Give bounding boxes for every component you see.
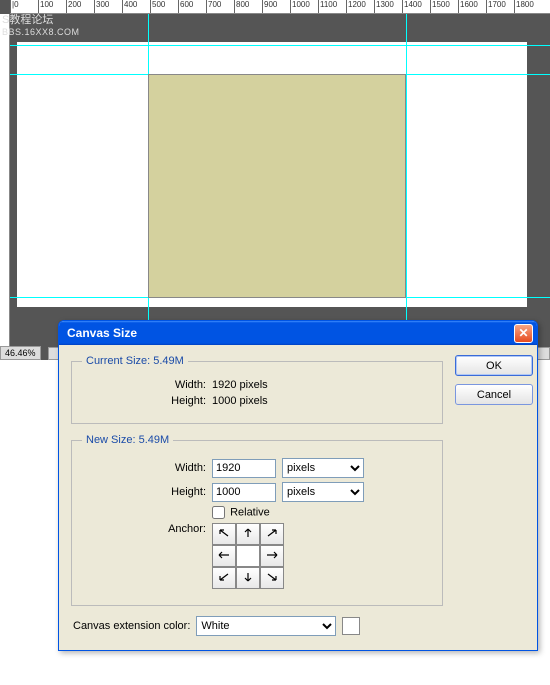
arrow-nw-icon [217,527,231,542]
anchor-se[interactable] [260,567,284,589]
watermark: S教程论坛 BBS.16XX8.COM [2,14,80,38]
extension-color-row: Canvas extension color: White [73,616,443,636]
close-button[interactable]: ✕ [514,324,533,343]
anchor-ne[interactable] [260,523,284,545]
zoom-level[interactable]: 46.46% [0,346,41,360]
dialog-left-column: Current Size: 5.49M Width: 1920 pixels H… [71,355,443,636]
dialog-right-column: OK Cancel [443,355,525,636]
shape-rectangle[interactable] [148,74,406,298]
new-size-legend: New Size: 5.49M [82,434,173,446]
anchor-n[interactable] [236,523,260,545]
anchor-sw[interactable] [212,567,236,589]
arrow-s-icon [241,571,255,586]
dialog-titlebar[interactable]: Canvas Size ✕ [59,321,537,345]
guide-vertical[interactable] [406,14,407,360]
arrow-sw-icon [217,571,231,586]
current-size-group: Current Size: 5.49M Width: 1920 pixels H… [71,355,443,424]
dialog-body: Current Size: 5.49M Width: 1920 pixels H… [59,345,537,650]
current-height-label: Height: [82,395,212,407]
dialog-title: Canvas Size [67,326,514,340]
ok-button[interactable]: OK [455,355,533,376]
current-height-value: 1000 pixels [212,395,268,407]
width-unit-select[interactable]: pixels [282,458,364,478]
arrow-n-icon [241,527,255,542]
new-size-group: New Size: 5.49M Width: pixels Height: pi… [71,434,443,606]
anchor-label: Anchor: [82,523,212,535]
anchor-s[interactable] [236,567,260,589]
current-width-label: Width: [82,379,212,391]
extension-color-swatch[interactable] [342,617,360,635]
anchor-grid [212,523,284,589]
new-height-input[interactable] [212,483,276,502]
arrow-ne-icon [265,527,279,542]
anchor-center[interactable] [236,545,260,567]
new-width-label: Width: [82,462,212,474]
relative-label[interactable]: Relative [212,506,270,519]
arrow-w-icon [217,549,231,564]
relative-checkbox[interactable] [212,506,225,519]
current-size-legend: Current Size: 5.49M [82,355,188,367]
watermark-line1: S教程论坛 [2,14,80,26]
watermark-line2: BBS.16XX8.COM [2,26,80,38]
extension-color-label: Canvas extension color: [73,620,190,632]
anchor-w[interactable] [212,545,236,567]
ruler-horizontal: |010020030040050060070080090010001100120… [10,0,550,14]
cancel-button[interactable]: Cancel [455,384,533,405]
canvas-size-dialog: Canvas Size ✕ Current Size: 5.49M Width:… [58,320,538,651]
height-unit-select[interactable]: pixels [282,482,364,502]
anchor-e[interactable] [260,545,284,567]
ruler-vertical [0,14,10,360]
anchor-nw[interactable] [212,523,236,545]
new-height-label: Height: [82,486,212,498]
guide-horizontal[interactable] [10,45,550,46]
extension-color-select[interactable]: White [196,616,336,636]
arrow-se-icon [265,571,279,586]
new-width-input[interactable] [212,459,276,478]
current-width-value: 1920 pixels [212,379,268,391]
photoshop-workspace: |010020030040050060070080090010001100120… [0,0,550,360]
arrow-e-icon [265,549,279,564]
close-icon: ✕ [518,326,528,340]
